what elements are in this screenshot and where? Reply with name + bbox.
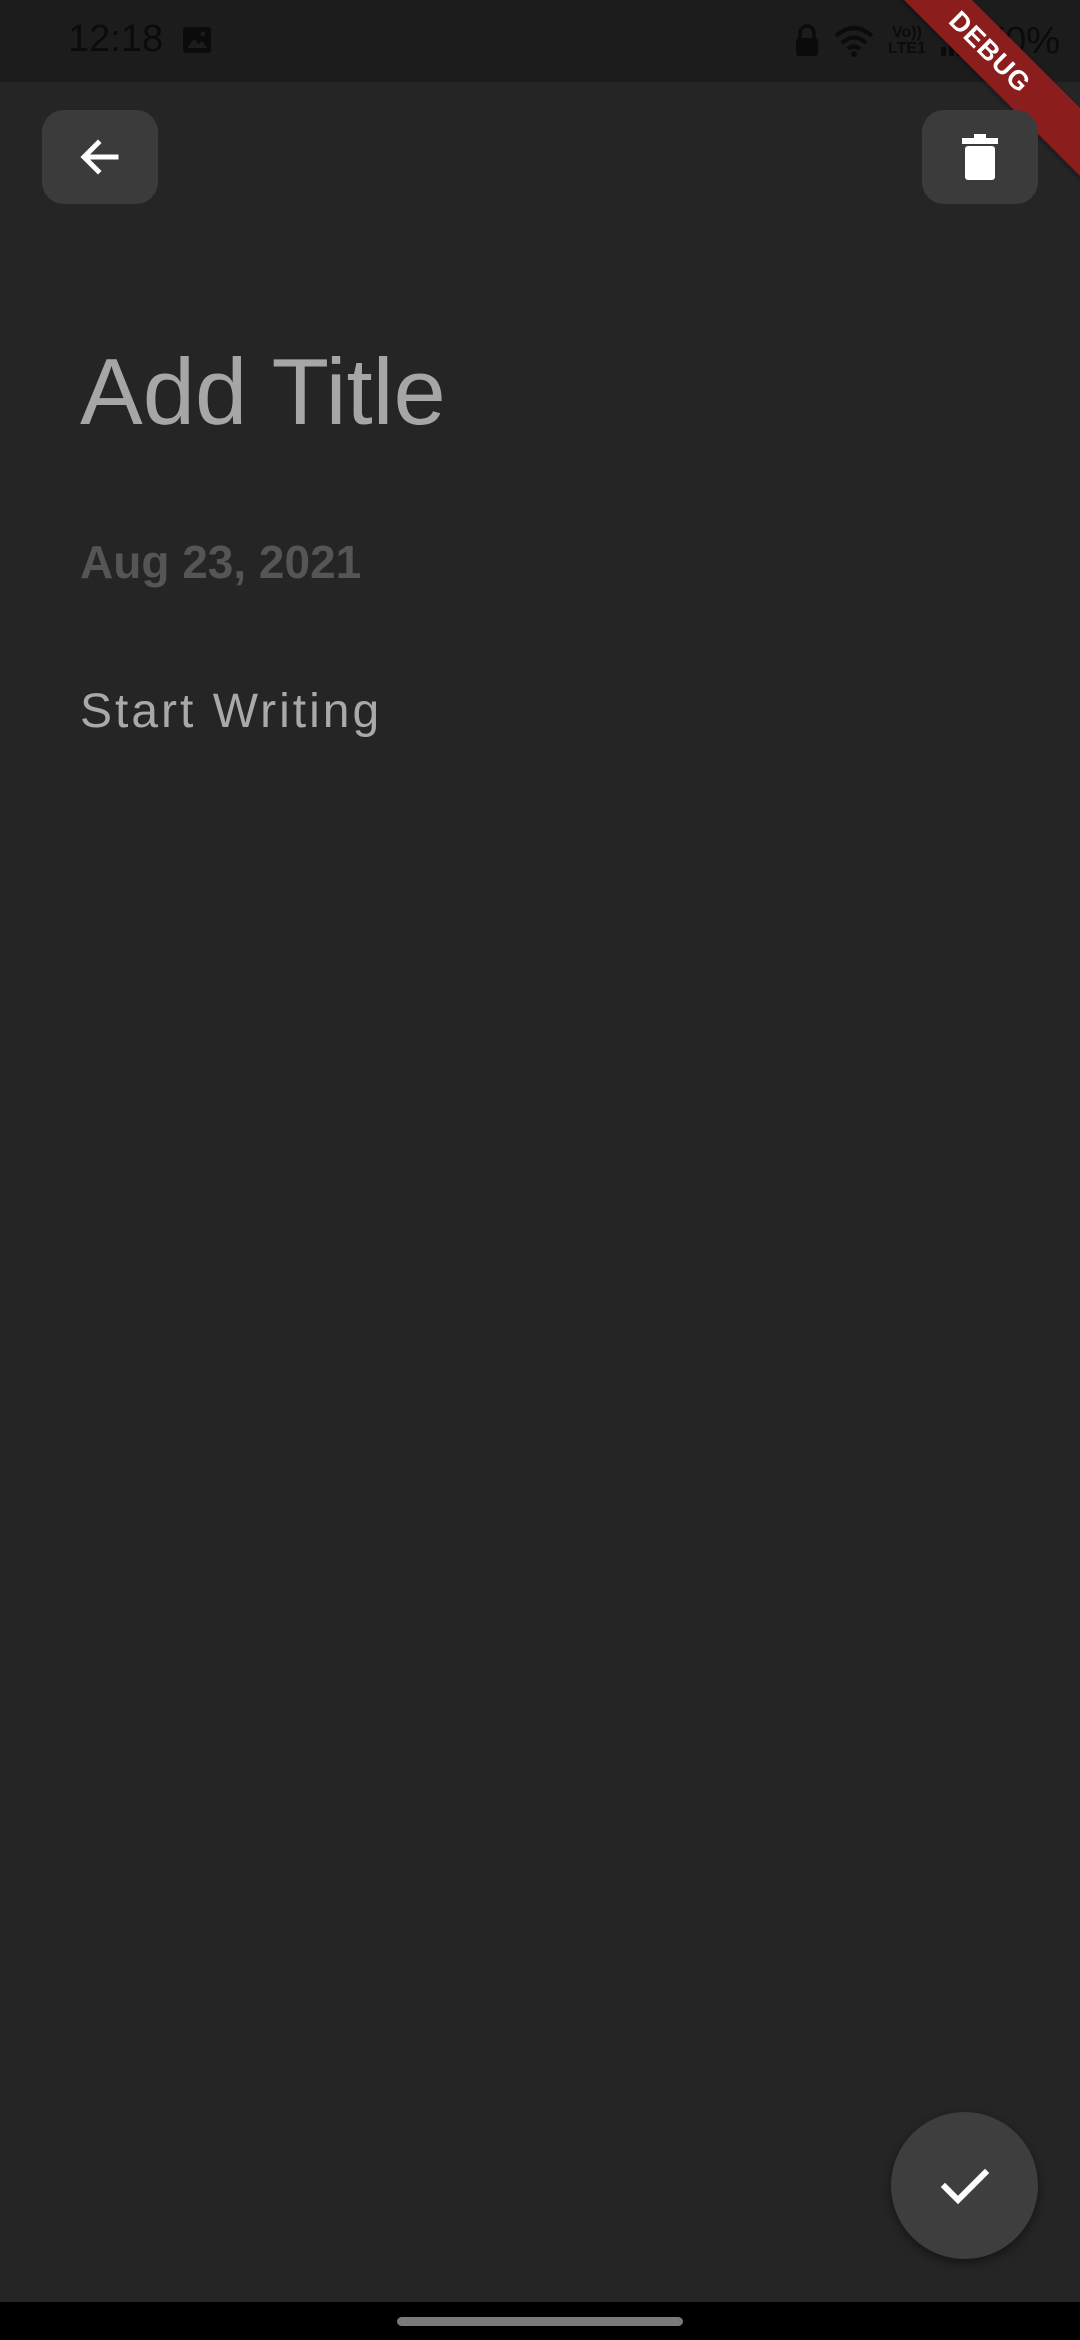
lock-icon [796, 24, 818, 56]
home-handle[interactable] [397, 2317, 683, 2326]
note-date: Aug 23, 2021 [80, 536, 362, 588]
check-icon [940, 2168, 989, 2204]
arrow-back-icon [80, 139, 119, 175]
title-input[interactable]: Add Title [80, 340, 446, 444]
back-button[interactable] [42, 110, 158, 204]
volte-label: Vo)) [892, 24, 922, 41]
body-input[interactable]: Start Writing [80, 684, 382, 739]
delete-button[interactable] [922, 110, 1038, 204]
volte-icon: Vo)) LTE1 [888, 25, 926, 57]
save-button[interactable] [891, 2112, 1038, 2259]
gallery-icon [183, 27, 211, 53]
wifi-icon [834, 26, 874, 57]
status-time: 12:18 [68, 18, 164, 60]
lte-label: LTE1 [888, 40, 926, 57]
trash-icon [962, 134, 998, 180]
navigation-bar [0, 2302, 1080, 2340]
